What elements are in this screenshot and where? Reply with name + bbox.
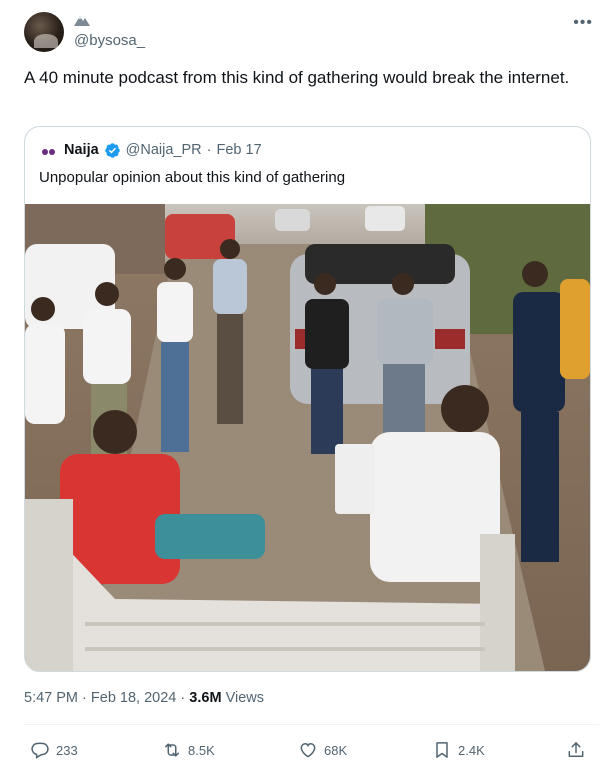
- quoted-handle[interactable]: @Naija_PR: [126, 142, 202, 158]
- divider: [24, 724, 599, 725]
- tweet-date: Feb 18, 2024: [90, 690, 177, 706]
- tweet-header: @bysosa_ •••: [24, 12, 599, 56]
- quoted-date[interactable]: Feb 17: [217, 142, 262, 158]
- share-icon: [568, 742, 584, 757]
- more-icon[interactable]: •••: [573, 14, 593, 32]
- mountain-emoji: [74, 16, 90, 26]
- avatar[interactable]: [24, 12, 64, 52]
- author-handle[interactable]: @bysosa_: [74, 32, 145, 49]
- gathering-photo[interactable]: [25, 204, 590, 671]
- views-count: 3.6M: [189, 690, 222, 706]
- tweet-text: A 40 minute podcast from this kind of ga…: [24, 68, 570, 87]
- repost-button[interactable]: 8.5K: [162, 736, 215, 764]
- bookmark-icon: [436, 742, 448, 758]
- action-bar: 233 8.5K 68K 2.4K: [24, 736, 594, 764]
- quoted-text: Unpopular opinion about this kind of gat…: [39, 169, 346, 186]
- reply-count: 233: [56, 742, 78, 758]
- quoted-header: Naija @Naija_PR · Feb 17: [39, 140, 262, 160]
- repost-icon: [165, 743, 179, 757]
- meta-separator: ·: [82, 690, 87, 706]
- views-label: Views: [225, 690, 264, 706]
- quoted-tweet[interactable]: Naija @Naija_PR · Feb 17 Unpopular opini…: [24, 126, 591, 672]
- heart-icon: [300, 742, 316, 758]
- verified-badge-icon: [104, 142, 120, 158]
- share-button[interactable]: [566, 736, 586, 764]
- bookmark-button[interactable]: 2.4K: [432, 736, 485, 764]
- repost-count: 8.5K: [188, 742, 215, 758]
- tweet-timestamp[interactable]: 5:47 PM · Feb 18, 2024 · 3.6M Views: [24, 690, 264, 706]
- like-count: 68K: [324, 742, 348, 758]
- meta-separator-2: ·: [180, 690, 186, 706]
- reply-icon: [31, 742, 49, 759]
- bookmark-count: 2.4K: [458, 742, 485, 758]
- like-button[interactable]: 68K: [298, 736, 347, 764]
- quoted-name[interactable]: Naija: [64, 142, 99, 158]
- tweet-time: 5:47 PM: [24, 690, 78, 706]
- quoted-separator: ·: [206, 142, 212, 158]
- reply-button[interactable]: 233: [30, 736, 78, 764]
- quoted-avatar[interactable]: [39, 140, 59, 160]
